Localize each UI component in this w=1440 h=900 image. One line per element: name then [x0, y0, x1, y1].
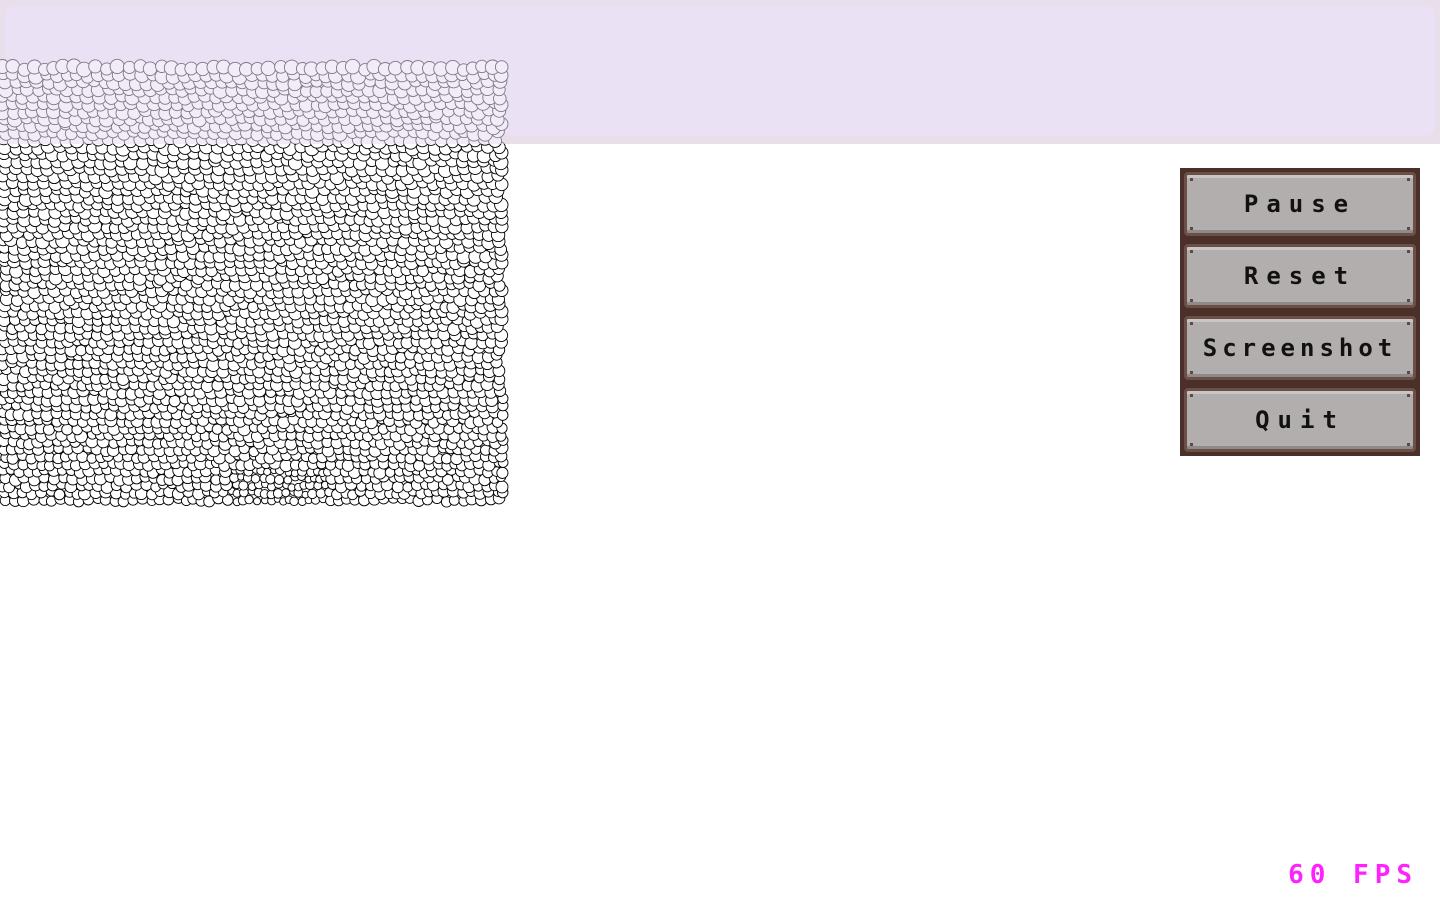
particle: [88, 59, 103, 74]
simulation-window: Pause Reset Screenshot Quit 60 FPS: [0, 0, 1440, 900]
particle: [496, 466, 509, 479]
rivet-decoration: [1190, 299, 1193, 302]
rivet-decoration: [1407, 394, 1410, 397]
rivet-decoration: [1190, 322, 1193, 325]
rivet-decoration: [1407, 178, 1410, 181]
pause-button[interactable]: Pause: [1184, 172, 1416, 236]
screenshot-button-label: Screenshot: [1202, 334, 1398, 362]
particle: [260, 60, 276, 77]
rivet-decoration: [1407, 322, 1410, 325]
particle: [5, 59, 20, 74]
particle: [250, 474, 261, 484]
rivet-decoration: [1407, 443, 1410, 446]
particle: [341, 459, 355, 472]
menu-panel: Pause Reset Screenshot Quit: [1180, 168, 1420, 456]
particle: [344, 394, 357, 407]
particle: [272, 488, 284, 499]
rivet-decoration: [1190, 371, 1193, 374]
particle: [75, 344, 87, 357]
particle: [391, 480, 405, 494]
particle: [388, 60, 403, 76]
reset-button-label: Reset: [1243, 262, 1357, 290]
particle: [109, 58, 125, 74]
particle: [496, 409, 509, 421]
quit-button-label: Quit: [1255, 406, 1345, 434]
particle: [122, 60, 136, 74]
rivet-decoration: [1407, 299, 1410, 302]
rivet-decoration: [1190, 250, 1193, 253]
particle: [53, 488, 66, 501]
rivet-decoration: [1190, 178, 1193, 181]
particle: [307, 488, 318, 500]
reset-button[interactable]: Reset: [1184, 244, 1416, 308]
fps-counter: 60 FPS: [1288, 860, 1418, 890]
rivet-decoration: [1190, 394, 1193, 397]
particle: [440, 453, 453, 465]
particle-simulation-canvas[interactable]: [0, 0, 510, 510]
particle: [265, 474, 276, 485]
particle: [274, 474, 285, 485]
particle: [495, 480, 509, 494]
pause-button-label: Pause: [1243, 190, 1357, 218]
rivet-decoration: [1407, 371, 1410, 374]
screenshot-button[interactable]: Screenshot: [1184, 316, 1416, 380]
particle: [344, 58, 361, 75]
rivet-decoration: [1407, 227, 1410, 230]
particle: [289, 496, 299, 507]
rivet-decoration: [1190, 227, 1193, 230]
quit-button[interactable]: Quit: [1184, 388, 1416, 452]
particle: [263, 467, 272, 476]
particle: [211, 423, 223, 435]
particle: [168, 394, 181, 408]
rivet-decoration: [1407, 250, 1410, 253]
particle: [142, 61, 158, 76]
rivet-decoration: [1190, 443, 1193, 446]
particle: [494, 60, 509, 74]
particle: [253, 497, 262, 506]
